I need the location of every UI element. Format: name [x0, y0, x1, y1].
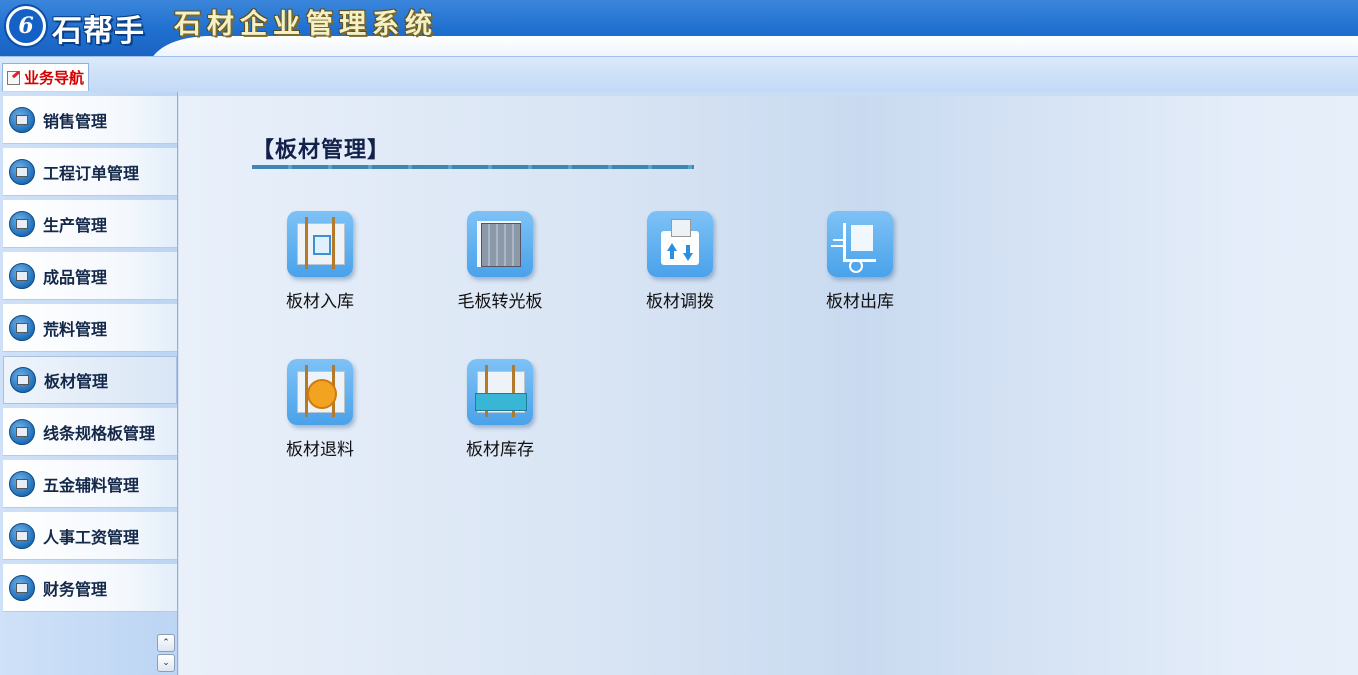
- tab-bar: 业务导航: [0, 56, 1358, 92]
- tile-label: 板材退料: [286, 440, 354, 460]
- logo: 6: [4, 4, 48, 48]
- main-content: 【板材管理】 板材入库 毛板转光板 板材调拨 板材出库 板材退料 板材库存: [178, 96, 1358, 675]
- slab-outbound-icon: [827, 211, 893, 277]
- scroll-up-button[interactable]: ⌃: [157, 634, 175, 652]
- tile-rough-to-polished[interactable]: 毛板转光板: [435, 211, 565, 312]
- section-divider: [252, 165, 694, 169]
- raw-block-icon: [9, 314, 35, 341]
- sidebar-item-label: 板材管理: [44, 372, 109, 391]
- finance-icon: [9, 574, 35, 601]
- section-title: 【板材管理】: [252, 137, 391, 163]
- project-order-icon: [9, 158, 35, 185]
- hr-payroll-icon: [9, 522, 35, 549]
- sidebar-item-hardware[interactable]: 五金辅料管理: [3, 460, 177, 508]
- scroll-down-button[interactable]: ⌄: [157, 654, 175, 672]
- sidebar-item-label: 销售管理: [43, 111, 108, 131]
- tile-label: 板材调拨: [646, 292, 714, 312]
- rough-to-polished-icon: [467, 211, 533, 277]
- brand-name: 石帮手: [52, 14, 145, 49]
- sidebar-item-hr-payroll[interactable]: 人事工资管理: [3, 512, 177, 560]
- slab-inventory-icon: [467, 359, 533, 425]
- slab-icon: [10, 367, 36, 393]
- profile-board-icon: [9, 418, 35, 445]
- tile-slab-return[interactable]: 板材退料: [255, 359, 385, 460]
- notepad-icon: [7, 70, 20, 85]
- sidebar-item-raw-blocks[interactable]: 荒料管理: [3, 304, 177, 352]
- sidebar-item-production[interactable]: 生产管理: [3, 200, 177, 248]
- sidebar-item-label: 成品管理: [43, 267, 108, 287]
- tab-business-navigation[interactable]: 业务导航: [2, 63, 90, 91]
- finished-goods-icon: [9, 262, 35, 289]
- sidebar-item-sales[interactable]: 销售管理: [3, 96, 177, 144]
- chevron-down-icon: ⌄: [162, 658, 170, 668]
- sales-icon: [9, 106, 35, 133]
- tab-label: 业务导航: [24, 69, 85, 87]
- production-icon: [9, 210, 35, 237]
- sidebar-item-slabs[interactable]: 板材管理: [3, 356, 177, 404]
- sidebar-item-finance[interactable]: 财务管理: [3, 564, 177, 612]
- tile-slab-transfer[interactable]: 板材调拨: [615, 211, 745, 312]
- sidebar-item-label: 工程订单管理: [43, 163, 140, 183]
- hardware-icon: [9, 470, 35, 497]
- slab-return-icon: [287, 359, 353, 425]
- chevron-up-icon: ⌃: [162, 638, 170, 648]
- tile-label: 板材库存: [466, 440, 534, 460]
- tile-slab-inbound[interactable]: 板材入库: [255, 211, 385, 312]
- tile-label: 板材出库: [826, 292, 894, 312]
- sidebar-item-label: 人事工资管理: [43, 527, 140, 547]
- logo-glyph: 6: [9, 9, 43, 43]
- system-title: 石材企业管理系统: [174, 9, 438, 40]
- slab-transfer-icon: [647, 211, 713, 277]
- app-header: 6 石帮手 石材企业管理系统: [0, 0, 1358, 56]
- sidebar-item-label: 财务管理: [43, 579, 108, 599]
- tile-label: 板材入库: [286, 292, 354, 312]
- sidebar-item-label: 线条规格板管理: [43, 423, 156, 443]
- sidebar-item-label: 荒料管理: [43, 319, 108, 339]
- sidebar: 销售管理 工程订单管理 生产管理 成品管理 荒料管理 板材管理 线条规格板管理 …: [0, 92, 178, 675]
- tile-slab-inventory[interactable]: 板材库存: [435, 359, 565, 460]
- sidebar-item-profile-boards[interactable]: 线条规格板管理: [3, 408, 177, 456]
- sidebar-item-label: 生产管理: [43, 215, 108, 235]
- tile-slab-outbound[interactable]: 板材出库: [795, 211, 925, 312]
- sidebar-item-label: 五金辅料管理: [43, 475, 140, 495]
- sidebar-item-project-orders[interactable]: 工程订单管理: [3, 148, 177, 196]
- tile-label: 毛板转光板: [457, 292, 543, 312]
- slab-inbound-icon: [287, 211, 353, 277]
- sidebar-item-finished-goods[interactable]: 成品管理: [3, 252, 177, 300]
